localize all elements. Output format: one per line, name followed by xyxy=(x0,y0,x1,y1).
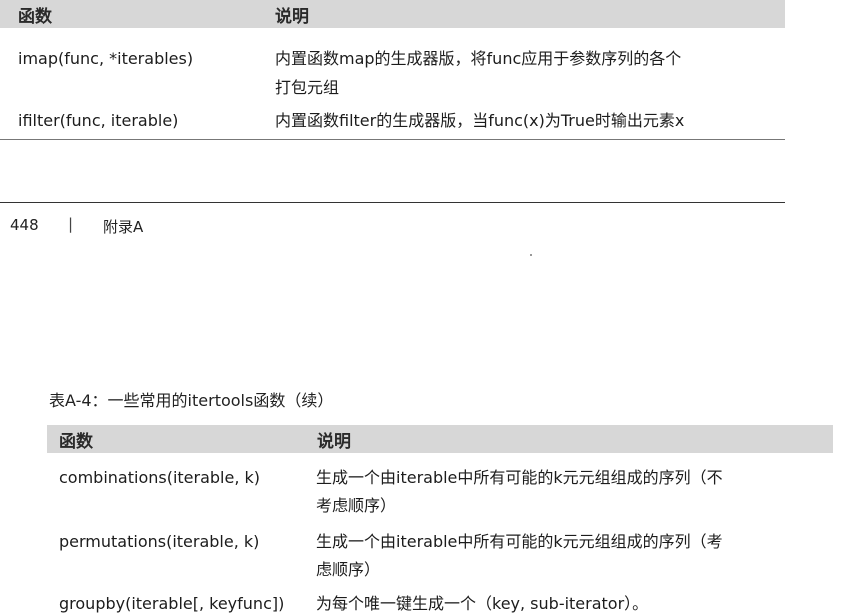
bottom-row-1-description-line-1: 生成一个由iterable中所有可能的k元元组组成的序列（不 xyxy=(316,468,723,487)
bottom-row-3-description-line-1: 为每个唯一键生成一个（key, sub-iterator）。 xyxy=(316,594,649,613)
top-table-bottom-rule xyxy=(0,139,785,140)
top-row-1-description-line-1: 内置函数map的生成器版，将func应用于参数序列的各个 xyxy=(275,49,682,68)
top-row-2-description-line-1: 内置函数filter的生成器版，当func(x)为True时输出元素x xyxy=(275,111,685,130)
bottom-row-1-function: combinations(iterable, k) xyxy=(59,468,261,487)
scan-speck xyxy=(530,254,532,256)
top-table-header-description: 说明 xyxy=(275,7,309,27)
bottom-row-2-description-line-1: 生成一个由iterable中所有可能的k元元组组成的序列（考 xyxy=(316,532,723,551)
footer-rule xyxy=(0,202,785,203)
bottom-table-header: 函数 说明 xyxy=(47,425,833,453)
bottom-row-3-function: groupby(iterable[, keyfunc]) xyxy=(59,594,285,613)
bottom-row-1-description-line-2: 考虑顺序） xyxy=(316,496,397,515)
bottom-row-2-function: permutations(iterable, k) xyxy=(59,532,260,551)
table-caption: 表A-4：一些常用的itertools函数（续） xyxy=(49,391,334,410)
page-number: 448 xyxy=(10,216,39,234)
footer: 448 | 附录A xyxy=(0,215,300,240)
top-table-header: 函数 说明 xyxy=(0,0,785,28)
bottom-row-2-description-line-2: 虑顺序） xyxy=(316,560,381,579)
footer-section: 附录A xyxy=(103,218,144,236)
top-row-1-function: imap(func, *iterables) xyxy=(18,49,194,68)
footer-separator: | xyxy=(68,215,74,233)
bottom-table-header-description: 说明 xyxy=(317,432,351,452)
top-row-1-description-line-2: 打包元组 xyxy=(275,78,340,97)
top-row-2-function: ifilter(func, iterable) xyxy=(18,111,179,130)
bottom-table-header-function: 函数 xyxy=(59,432,93,452)
top-table-header-function: 函数 xyxy=(18,7,52,27)
